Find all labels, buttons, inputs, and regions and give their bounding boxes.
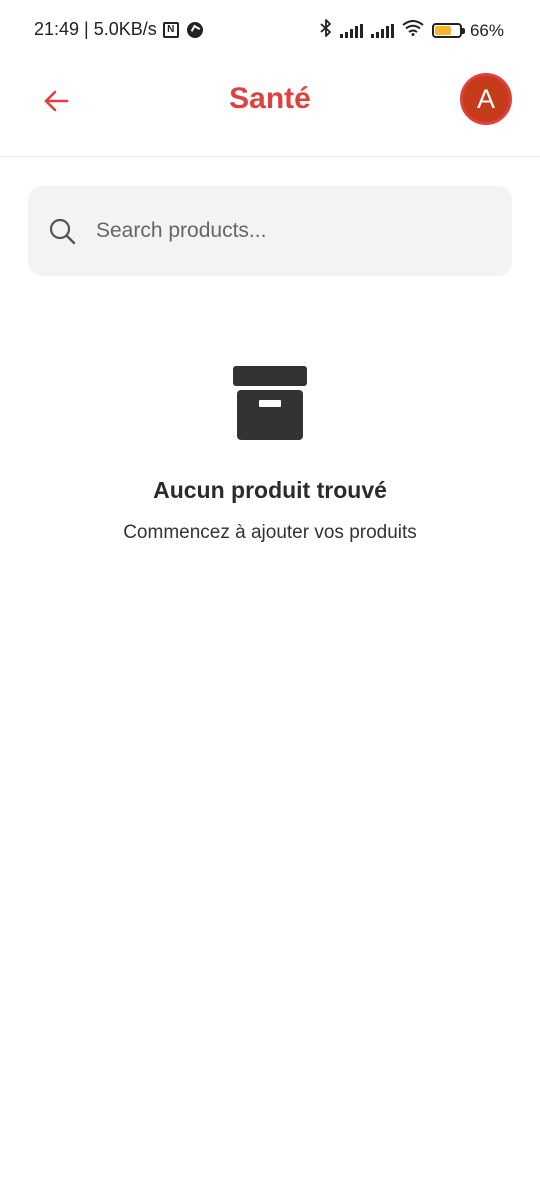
nfc-icon: N	[162, 21, 179, 38]
empty-state: Aucun produit trouvé Commencez à ajouter…	[0, 366, 540, 544]
signal-icon-sim2	[370, 23, 394, 38]
bluetooth-icon	[320, 19, 332, 42]
status-right: 66%	[320, 19, 504, 42]
avatar[interactable]: A	[460, 73, 512, 125]
archive-box-icon	[233, 366, 307, 442]
battery-fill	[434, 26, 451, 35]
app-bar: Santé A	[0, 58, 540, 157]
signal-icon-sim1	[339, 23, 363, 38]
status-left: 21:49 | 5.0KB/s N	[34, 19, 203, 40]
search-input[interactable]	[94, 218, 478, 244]
page-title: Santé	[229, 82, 311, 115]
status-bar: 21:49 | 5.0KB/s N 66%	[0, 0, 540, 58]
app-notification-icon	[186, 21, 203, 38]
empty-state-subtitle: Commencez à ajouter vos produits	[123, 522, 417, 543]
empty-state-title: Aucun produit trouvé	[153, 477, 387, 503]
wifi-icon	[402, 20, 424, 41]
search-icon	[48, 217, 76, 245]
battery-percent: 66%	[469, 20, 504, 40]
status-time-speed: 21:49 | 5.0KB/s	[34, 19, 157, 39]
battery-icon	[431, 23, 465, 38]
search-bar[interactable]	[28, 186, 512, 276]
